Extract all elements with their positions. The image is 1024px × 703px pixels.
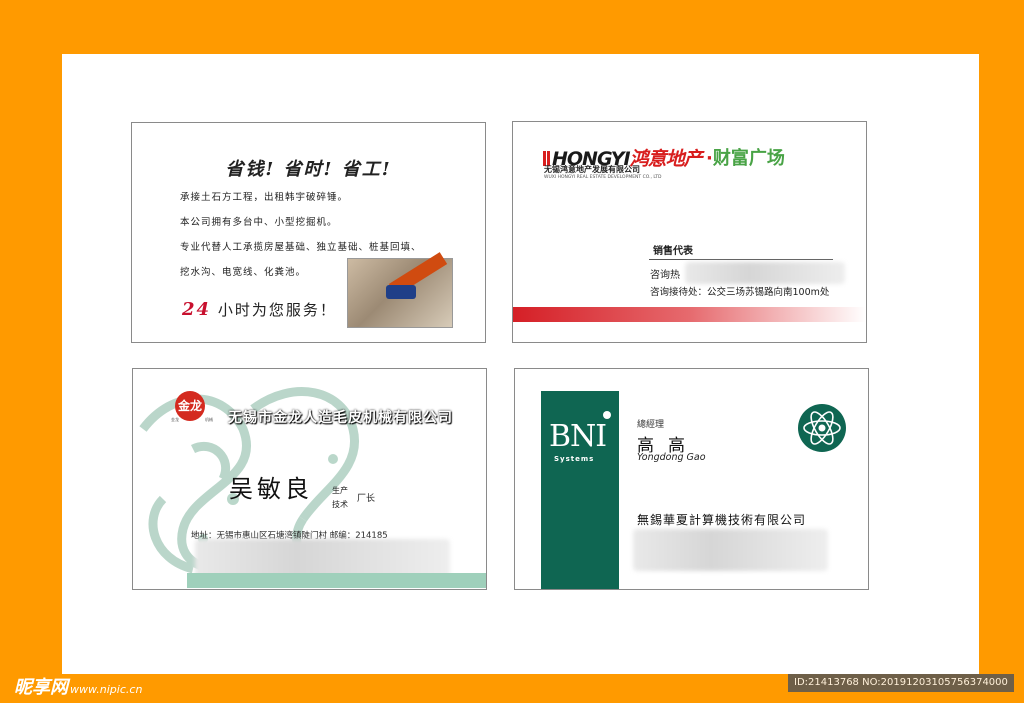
brand-sub: Systems xyxy=(554,455,595,463)
atom-logo-icon xyxy=(798,404,846,452)
service-line: 挖水沟、电宽线、化粪池。 xyxy=(180,267,307,278)
logo-dot-icon xyxy=(603,411,611,419)
job-title: 總經理 xyxy=(637,420,665,430)
department: 生产 xyxy=(332,486,348,495)
business-card-excavation: 省钱! 省时! 省工! 承接土石方工程，出租韩宇破碎锤。 本公司拥有多台中、小型… xyxy=(131,122,486,343)
red-gradient-bar xyxy=(513,307,866,322)
site-watermark: 昵享网 www.nipic.cn xyxy=(14,677,143,698)
business-card-real-estate: HONGYI鸿意地产 ·财富广场 无锡鸿意地产发展有限公司 WUXI HONGY… xyxy=(512,121,867,343)
image-id-watermark: ID:21413768 NO:20191203105756374000 xyxy=(788,674,1014,692)
breaker-hammer xyxy=(386,285,416,299)
divider xyxy=(649,259,833,260)
seal-left-text: 金龙 xyxy=(171,417,179,422)
company-cn: 无锡鸿意地产发展有限公司 xyxy=(544,165,640,174)
promo-text: 小时为您服务！ xyxy=(217,301,337,319)
hotline-label: 咨询热 xyxy=(650,270,680,281)
company-name: 无锡市金龙人造毛皮机械有限公司 xyxy=(228,410,453,426)
service-promo: 24 小时为您服务！ xyxy=(182,299,337,320)
blurred-contact xyxy=(633,529,828,571)
promo-number: 24 xyxy=(182,299,212,320)
logo-cn: 鸿意地产 xyxy=(629,148,703,170)
service-line: 承接土石方工程，出租韩宇破碎锤。 xyxy=(180,192,349,203)
brand-panel: BNI Systems xyxy=(541,391,619,589)
brand-logo: BNI xyxy=(549,419,607,454)
company-name: 無錫華夏計算機技術有限公司 xyxy=(637,513,807,527)
service-line: 专业代替人工承揽房屋基础、独立基础、桩基回填、 xyxy=(180,242,422,253)
service-line: 本公司拥有多台中、小型挖掘机。 xyxy=(180,217,338,228)
blurred-phone xyxy=(685,262,845,284)
address: 咨询接待处：公交三场苏锡路向南100m处 xyxy=(650,287,830,298)
company-seal-icon: 金龙 xyxy=(175,391,205,421)
job-role: 销售代表 xyxy=(653,246,693,257)
business-card-computer: BNI Systems 總經理 高高 Yongdong Gao 無錫華夏計算機技… xyxy=(514,368,869,590)
business-card-machinery: 金龙 金龙 机械 无锡市金龙人造毛皮机械有限公司 吴敏良 生产 技术 厂长 地址… xyxy=(132,368,487,590)
job-title: 厂长 xyxy=(357,494,376,504)
green-bar xyxy=(187,573,486,588)
department: 技术 xyxy=(332,500,348,509)
person-name: 吴敏良 xyxy=(229,475,313,503)
excavator-photo xyxy=(347,252,453,328)
person-name-en: Yongdong Gao xyxy=(637,452,706,463)
slogan: ·财富广场 xyxy=(706,148,785,169)
seal-right-text: 机械 xyxy=(205,417,213,422)
card-title: 省钱! 省时! 省工! xyxy=(225,159,392,180)
company-en: WUXI HONGYI REAL ESTATE DEVELOPMENT CO.,… xyxy=(544,175,662,180)
